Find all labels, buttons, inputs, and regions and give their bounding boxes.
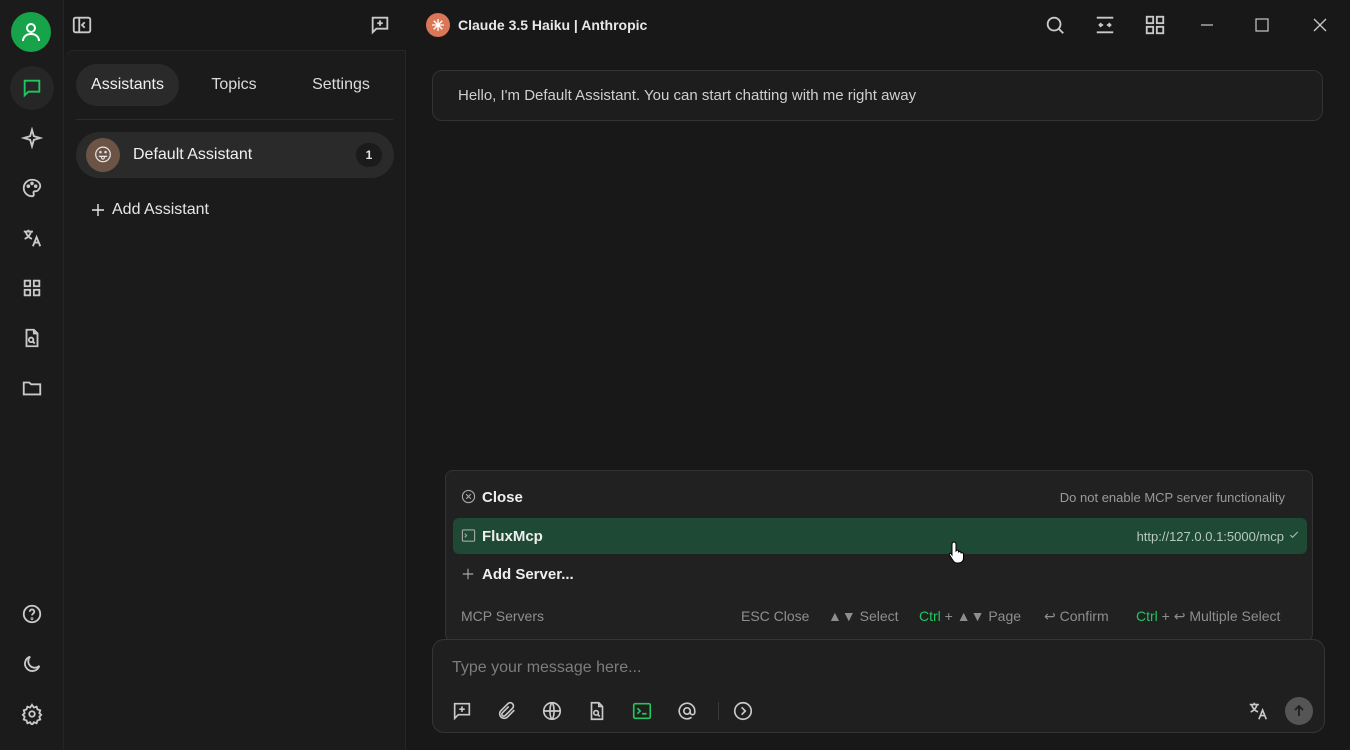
hint-multi-key: Ctrl: [1136, 608, 1158, 624]
mcp-option-label: Add Server...: [482, 565, 574, 583]
topic-count-badge: 1: [356, 143, 382, 167]
new-topic-icon[interactable]: [448, 697, 476, 725]
user-avatar[interactable]: [11, 12, 51, 52]
mouse-pointer-icon: [948, 540, 966, 564]
tab-settings[interactable]: Settings: [294, 64, 388, 106]
toolbar-divider: [718, 702, 719, 720]
mcp-option-label: Close: [482, 488, 523, 506]
search-icon[interactable]: [1038, 8, 1072, 42]
mcp-option-fluxmcp[interactable]: FluxMcp http://127.0.0.1:5000/mcp: [453, 518, 1307, 554]
mcp-terminal-icon[interactable]: [628, 697, 656, 725]
hint-page: Ctrl + ▲▼ Page: [919, 608, 1021, 624]
translate-icon[interactable]: [10, 218, 54, 258]
mcp-option-add-server[interactable]: Add Server...: [453, 556, 1307, 592]
attachment-icon[interactable]: [493, 697, 521, 725]
maximize-icon[interactable]: [1245, 8, 1279, 42]
close-circle-icon: [461, 489, 476, 504]
close-window-icon[interactable]: [1303, 8, 1337, 42]
file-search-icon[interactable]: [583, 697, 611, 725]
moon-icon[interactable]: [10, 644, 54, 684]
palette-icon[interactable]: [10, 168, 54, 208]
expand-arrow-icon[interactable]: [729, 697, 757, 725]
plus-icon: [461, 567, 475, 581]
message-composer: [432, 639, 1325, 733]
sparkle-icon[interactable]: [10, 118, 54, 158]
check-icon: [1288, 529, 1300, 541]
new-topic-icon[interactable]: [363, 8, 397, 42]
chat-icon[interactable]: [10, 66, 54, 110]
hint-page-text: + ▲▼ Page: [944, 608, 1022, 624]
anthropic-logo-icon: [426, 13, 450, 37]
mcp-option-label: FluxMcp: [482, 527, 543, 545]
assistant-name: Default Assistant: [133, 146, 253, 163]
help-icon[interactable]: [10, 594, 54, 634]
toggle-sidebar-icon[interactable]: [65, 8, 99, 42]
mcp-popup-footer: MCP Servers ESC Close ▲▼ Select Ctrl + ▲…: [461, 605, 1297, 627]
terminal-icon: [461, 528, 476, 543]
assistants-sidebar: Assistants Topics Settings 😛 Default Ass…: [64, 50, 406, 750]
plus-icon: [92, 204, 104, 216]
add-assistant-label: Add Assistant: [112, 201, 209, 218]
tab-assistants[interactable]: Assistants: [76, 64, 179, 106]
assistant-avatar: 😛: [86, 138, 120, 172]
tab-topics[interactable]: Topics: [188, 64, 280, 106]
file-search-icon[interactable]: [10, 318, 54, 358]
assistant-item[interactable]: 😛 Default Assistant 1: [76, 132, 394, 178]
globe-icon[interactable]: [538, 697, 566, 725]
mcp-server-popup: Close Do not enable MCP server functiona…: [445, 470, 1313, 642]
translate-icon[interactable]: [1244, 697, 1272, 725]
mcp-option-description: Do not enable MCP server functionality: [1059, 489, 1285, 505]
hint-multi-select: Ctrl + ↩ Multiple Select: [1136, 608, 1280, 625]
mcp-footer-title: MCP Servers: [461, 608, 544, 624]
narrow-mode-icon[interactable]: [1088, 8, 1122, 42]
hint-page-key: Ctrl: [919, 608, 941, 624]
mcp-server-url: http://127.0.0.1:5000/mcp: [1136, 528, 1284, 544]
welcome-message: Hello, I'm Default Assistant. You can st…: [432, 70, 1323, 121]
hint-select: ▲▼ Select: [828, 608, 899, 624]
left-nav-rail: [0, 0, 64, 750]
layout-grid-icon[interactable]: [1138, 8, 1172, 42]
model-selector[interactable]: Claude 3.5 Haiku | Anthropic: [426, 13, 647, 37]
folder-icon[interactable]: [10, 368, 54, 408]
add-assistant-button[interactable]: Add Assistant: [90, 201, 209, 219]
apps-grid-icon[interactable]: [10, 268, 54, 308]
model-name: Claude 3.5 Haiku | Anthropic: [458, 17, 648, 33]
mcp-option-close[interactable]: Close Do not enable MCP server functiona…: [453, 479, 1307, 515]
tab-divider: [76, 119, 393, 120]
send-button[interactable]: [1285, 697, 1313, 725]
hint-confirm: ↩ Confirm: [1044, 608, 1109, 624]
hint-esc-close: ESC Close: [741, 608, 810, 624]
minimize-icon[interactable]: [1190, 8, 1224, 42]
message-input[interactable]: [452, 656, 1252, 680]
arrow-up-icon: [1294, 704, 1304, 716]
mention-icon[interactable]: [673, 697, 701, 725]
hint-multi-text: + ↩ Multiple Select: [1161, 608, 1281, 624]
gear-icon[interactable]: [10, 694, 54, 734]
